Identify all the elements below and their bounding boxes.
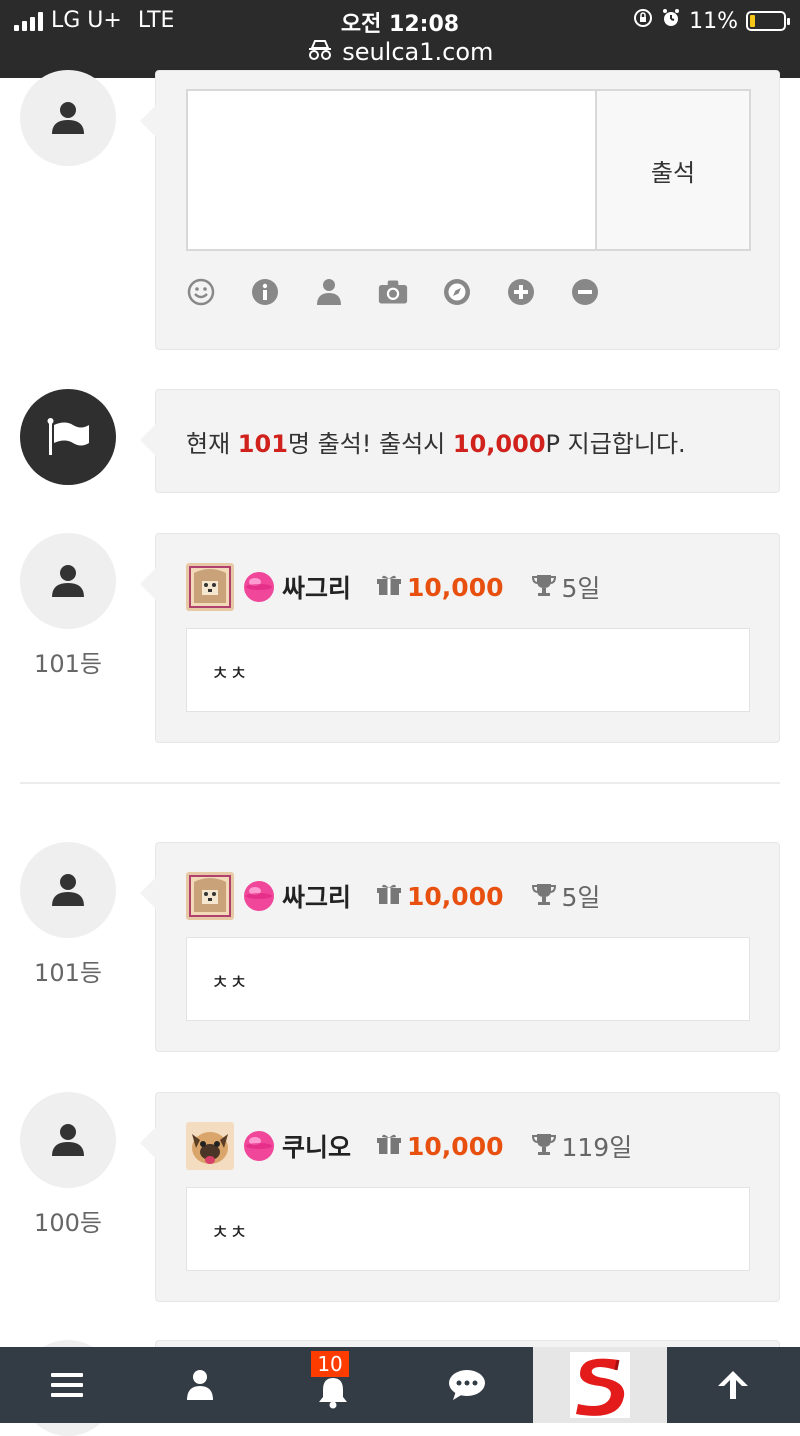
attendee-count: 101 — [237, 430, 288, 458]
nickname[interactable]: 쿠니오 — [282, 1128, 351, 1164]
minus-circle-icon[interactable] — [570, 277, 600, 307]
reward-points: 10,000 — [452, 430, 546, 458]
earned-points: 10,000 — [407, 881, 504, 911]
user-icon — [186, 1370, 213, 1400]
notice-suffix: P 지급합니다. — [545, 430, 686, 458]
entry-rank: 101등 — [34, 959, 102, 987]
compass-icon[interactable] — [442, 277, 472, 307]
trophy-icon — [531, 1132, 556, 1160]
entry-avatar — [20, 533, 116, 629]
plus-circle-icon[interactable] — [506, 277, 536, 307]
system-indicators: 11% — [633, 8, 790, 34]
attendance-entry-card: 싸그리 10,000 5일 ㅊㅊ — [140, 533, 780, 743]
battery-icon — [746, 11, 790, 31]
battery-percent: 11% — [689, 8, 738, 34]
notice-avatar — [20, 389, 116, 485]
entry-comment: ㅊㅊ — [186, 1187, 750, 1271]
trophy-icon — [531, 573, 556, 601]
notice-prefix: 현재 — [186, 430, 238, 458]
notice-middle: 명 출석! 출석시 — [287, 430, 453, 458]
nickname[interactable]: 싸그리 — [282, 878, 351, 914]
user-icon — [52, 1124, 84, 1156]
profile-image[interactable] — [186, 872, 234, 920]
nickname[interactable]: 싸그리 — [282, 569, 351, 605]
attend-button[interactable]: 출석 — [595, 89, 751, 251]
level-gem-icon — [242, 1129, 276, 1163]
info-icon[interactable] — [250, 277, 280, 307]
earned-points: 10,000 — [407, 572, 504, 602]
attendance-notice-card: 현재 101명 출석! 출석시 10,000P 지급합니다. — [140, 389, 780, 493]
entry-meta: 싸그리 10,000 5일 — [186, 871, 600, 921]
site-logo-icon — [569, 1352, 630, 1418]
entry-rank: 100등 — [34, 1209, 102, 1237]
compose-toolbar — [186, 277, 600, 307]
user-icon[interactable] — [314, 277, 344, 307]
notification-count-badge: 10 — [311, 1351, 349, 1377]
attendance-entry-card: 싸그리 10,000 5일 ㅊㅊ — [140, 842, 780, 1052]
level-gem-icon — [242, 879, 276, 913]
chat-button[interactable] — [400, 1347, 533, 1423]
notice-text: 현재 101명 출석! 출석시 10,000P 지급합니다. — [186, 424, 686, 459]
gift-icon — [377, 1133, 402, 1159]
user-icon — [52, 102, 84, 134]
level-gem-icon — [242, 570, 276, 604]
bell-icon — [319, 1378, 348, 1409]
arrow-up-icon — [718, 1371, 749, 1399]
user-icon — [52, 874, 84, 906]
profile-image[interactable] — [186, 1122, 234, 1170]
url-text: seulca1.com — [342, 38, 494, 66]
trophy-icon — [531, 882, 556, 910]
notifications-button[interactable]: 10 — [267, 1347, 400, 1423]
gift-icon — [377, 574, 402, 600]
flag-icon — [47, 418, 89, 455]
gift-icon — [377, 883, 402, 909]
consecutive-days: 5일 — [561, 574, 601, 603]
profile-image[interactable] — [186, 563, 234, 611]
menu-button[interactable] — [0, 1347, 133, 1423]
consecutive-days: 119일 — [561, 1133, 633, 1162]
alarm-icon — [661, 8, 681, 34]
orientation-lock-icon — [633, 8, 653, 34]
bottom-nav: 10 — [0, 1347, 800, 1423]
earned-points: 10,000 — [407, 1131, 504, 1161]
entry-comment: ㅊㅊ — [186, 628, 750, 712]
entry-comment: ㅊㅊ — [186, 937, 750, 1021]
profile-button[interactable] — [133, 1347, 266, 1423]
attendance-entry-card: 쿠니오 10,000 119일 ㅊㅊ — [140, 1092, 780, 1302]
entry-rank: 101등 — [34, 650, 102, 678]
incognito-icon — [307, 39, 333, 67]
status-bar: LG U+ LTE 오전 12:08 seulca1.com 11% — [0, 0, 800, 78]
attendance-compose-card: 출석 — [140, 70, 780, 350]
comment-textarea[interactable] — [186, 89, 595, 251]
chat-icon — [448, 1370, 485, 1400]
scroll-top-button[interactable] — [667, 1347, 800, 1423]
section-divider — [20, 782, 780, 784]
user-icon — [52, 565, 84, 597]
entry-meta: 쿠니오 10,000 119일 — [186, 1121, 632, 1171]
my-avatar — [20, 70, 116, 166]
site-logo-button[interactable] — [533, 1347, 667, 1423]
menu-icon — [50, 1373, 83, 1397]
entry-avatar — [20, 1092, 116, 1188]
smile-icon[interactable] — [186, 277, 216, 307]
entry-avatar — [20, 842, 116, 938]
entry-meta: 싸그리 10,000 5일 — [186, 562, 600, 612]
consecutive-days: 5일 — [561, 883, 601, 912]
camera-icon[interactable] — [378, 277, 408, 307]
url-bar[interactable]: seulca1.com — [0, 38, 800, 67]
